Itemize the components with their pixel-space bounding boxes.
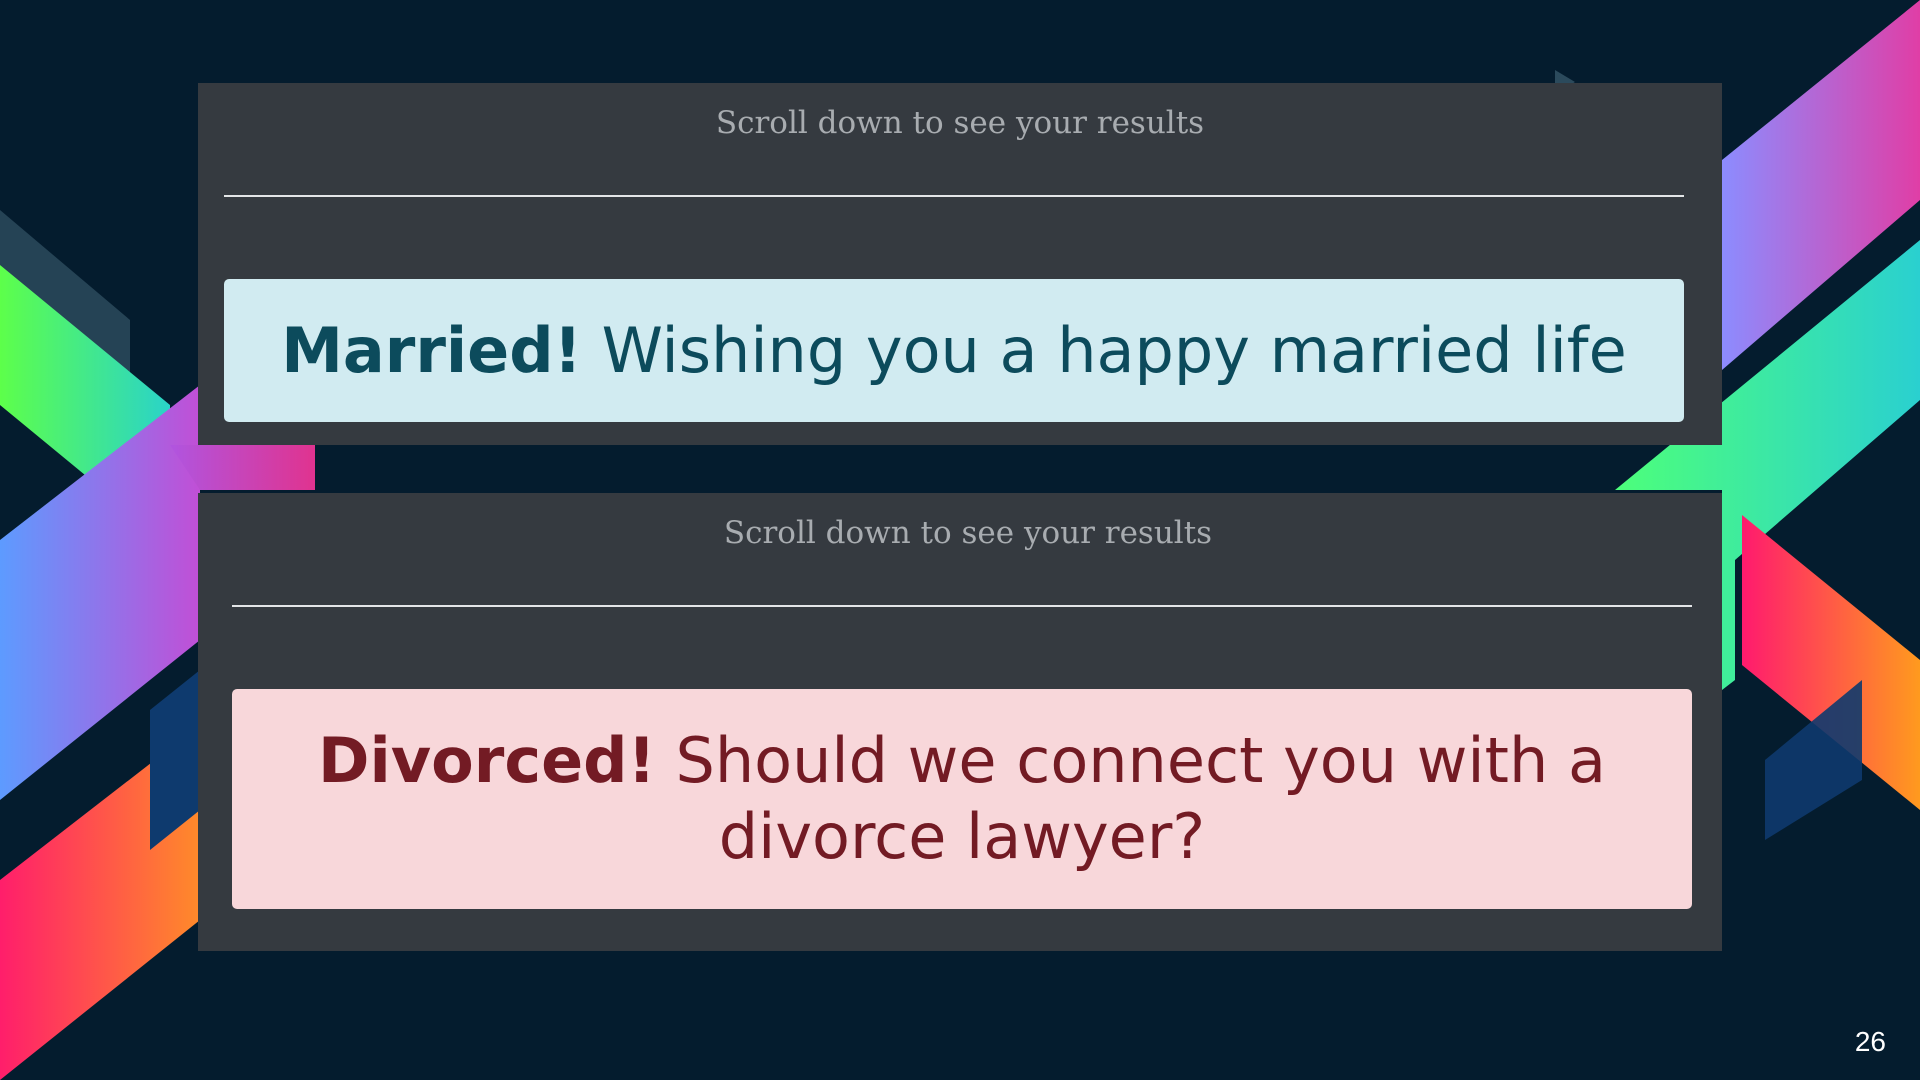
- alert-body-text: Wishing you a happy married life: [581, 313, 1627, 387]
- slide-number: 26: [1854, 1026, 1886, 1057]
- alert-married: Married! Wishing you a happy married lif…: [224, 279, 1684, 422]
- horizontal-divider: [232, 605, 1692, 607]
- alert-message: Married! Wishing you a happy married lif…: [281, 313, 1627, 389]
- presentation-slide: Scroll down to see your results Married!…: [0, 0, 1920, 1080]
- alert-strong-label: Married!: [281, 313, 582, 387]
- scroll-hint-text: Scroll down to see your results: [723, 515, 1213, 551]
- results-panel-divorced: Scroll down to see your results Divorced…: [198, 493, 1722, 951]
- alert-body-text: Should we connect you with a divorce law…: [655, 724, 1606, 873]
- results-panel-married: Scroll down to see your results Married!…: [198, 83, 1722, 445]
- alert-message: Divorced! Should we connect you with a d…: [272, 723, 1652, 875]
- scroll-hint-text: Scroll down to see your results: [715, 105, 1205, 141]
- alert-strong-label: Divorced!: [318, 724, 656, 797]
- horizontal-divider: [224, 195, 1684, 197]
- alert-divorced: Divorced! Should we connect you with a d…: [232, 689, 1692, 909]
